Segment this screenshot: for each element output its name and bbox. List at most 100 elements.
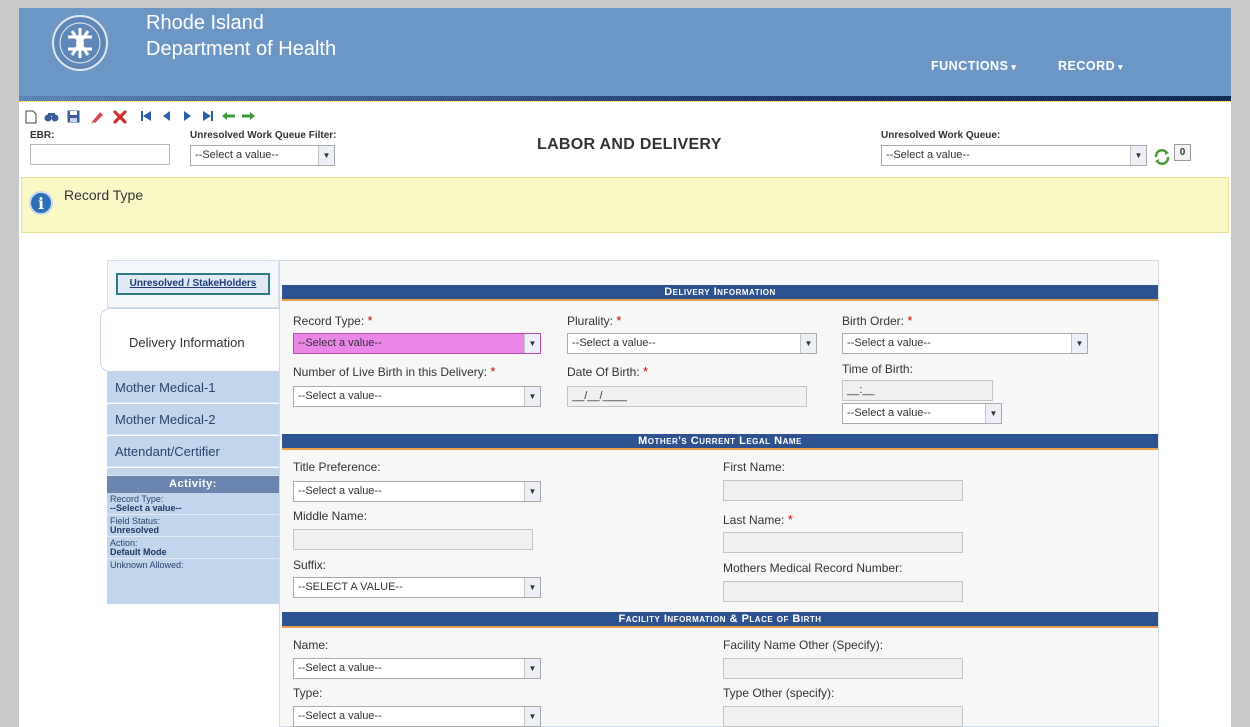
info-icon: i bbox=[29, 191, 53, 215]
section-facility-information: Facility Information & Place of Birth bbox=[282, 612, 1158, 628]
app-window: Rhode Island Department of Health FUNCTI… bbox=[19, 8, 1231, 727]
previous-record-icon[interactable] bbox=[159, 110, 174, 124]
unresolved-stakeholders-button[interactable]: Unresolved / StakeHolders bbox=[116, 273, 270, 295]
live-births-value: --Select a value-- bbox=[298, 390, 382, 402]
work-queue-filter-label: Unresolved Work Queue Filter: bbox=[190, 130, 337, 141]
live-births-select[interactable]: --Select a value-- ▼ bbox=[293, 386, 541, 407]
form-side-navigation: Unresolved / StakeHolders Delivery Infor… bbox=[100, 260, 279, 604]
middle-name-input[interactable] bbox=[293, 529, 533, 550]
first-record-icon[interactable] bbox=[138, 110, 153, 124]
side-item-mother-medical-2[interactable]: Mother Medical-2 bbox=[107, 404, 279, 435]
functions-menu-label: FUNCTIONS bbox=[931, 59, 1009, 73]
activity-heading: Activity: bbox=[107, 476, 279, 493]
department-title-line2: Department of Health bbox=[146, 38, 337, 60]
date-of-birth-label: Date Of Birth: * bbox=[567, 364, 649, 379]
activity-value: --Select a value-- bbox=[110, 503, 182, 513]
activity-label: Unknown Allowed: bbox=[110, 560, 184, 570]
unresolved-panel: Unresolved / StakeHolders bbox=[107, 260, 279, 308]
side-item-attendant-certifier[interactable]: Attendant/Certifier bbox=[107, 436, 279, 467]
facility-name-value: --Select a value-- bbox=[298, 662, 382, 674]
last-record-icon[interactable] bbox=[200, 110, 215, 124]
department-title-line1: Rhode Island bbox=[146, 12, 264, 34]
facility-name-label: Name: bbox=[293, 638, 329, 652]
side-menu-spacer bbox=[107, 468, 279, 476]
toolbar: EBR: Unresolved Work Queue Filter: --Sel… bbox=[19, 101, 1231, 177]
facility-type-select[interactable]: --Select a value-- ▼ bbox=[293, 706, 541, 727]
edit-icon[interactable] bbox=[89, 110, 104, 124]
header-banner: Rhode Island Department of Health FUNCTI… bbox=[19, 8, 1231, 96]
facility-other-label: Facility Name Other (Specify): bbox=[723, 638, 884, 652]
first-name-label: First Name: bbox=[723, 460, 786, 474]
new-icon[interactable] bbox=[23, 110, 38, 124]
activity-action: Action: Default Mode bbox=[107, 539, 279, 559]
time-of-birth-label: Time of Birth: bbox=[842, 362, 913, 376]
time-of-birth-ampm-value: --Select a value-- bbox=[847, 407, 931, 419]
facility-other-input[interactable] bbox=[723, 658, 963, 679]
delete-icon[interactable] bbox=[112, 110, 127, 124]
chevron-down-icon: ▼ bbox=[1130, 146, 1146, 165]
side-item-delivery-information[interactable]: Delivery Information bbox=[100, 308, 279, 372]
facility-type-label: Type: bbox=[293, 686, 323, 700]
suffix-value: --SELECT A VALUE-- bbox=[298, 581, 403, 593]
work-queue-value: --Select a value-- bbox=[886, 149, 970, 161]
chevron-down-icon: ▼ bbox=[800, 334, 816, 353]
record-menu-label: RECORD bbox=[1058, 59, 1116, 73]
save-icon[interactable] bbox=[66, 110, 81, 124]
activity-unknown-allowed: Unknown Allowed: bbox=[107, 561, 279, 575]
record-menu[interactable]: RECORD ▾ bbox=[1058, 59, 1123, 73]
activity-record-type: Record Type: --Select a value-- bbox=[107, 495, 279, 515]
chevron-down-icon: ▼ bbox=[985, 404, 1001, 423]
queue-count-badge: 0 bbox=[1174, 144, 1191, 161]
refresh-icon[interactable] bbox=[1153, 148, 1171, 166]
plurality-label: Plurality: * bbox=[567, 313, 622, 328]
record-type-select[interactable]: --Select a value-- ▼ bbox=[293, 333, 541, 354]
functions-menu[interactable]: FUNCTIONS ▾ bbox=[931, 59, 1016, 73]
work-queue-filter-select[interactable]: --Select a value-- ▼ bbox=[190, 145, 335, 166]
type-other-input[interactable] bbox=[723, 706, 963, 727]
activity-value: Unresolved bbox=[110, 525, 160, 535]
time-of-birth-input[interactable]: __:__ bbox=[842, 380, 993, 401]
mrn-input[interactable] bbox=[723, 581, 963, 602]
back-arrow-icon[interactable] bbox=[221, 110, 236, 124]
work-queue-select[interactable]: --Select a value-- ▼ bbox=[881, 145, 1147, 166]
type-other-label: Type Other (specify): bbox=[723, 686, 835, 700]
chevron-down-icon: ▼ bbox=[524, 659, 540, 678]
chevron-down-icon: ▼ bbox=[524, 578, 540, 597]
side-item-mother-medical-1[interactable]: Mother Medical-1 bbox=[107, 372, 279, 403]
info-message-text: Record Type bbox=[64, 187, 144, 203]
record-type-label: Record Type: * bbox=[293, 313, 373, 328]
birth-order-label: Birth Order: * bbox=[842, 313, 913, 328]
plurality-value: --Select a value-- bbox=[572, 337, 656, 349]
first-name-input[interactable] bbox=[723, 480, 963, 501]
record-type-value: --Select a value-- bbox=[298, 337, 382, 349]
last-name-input[interactable] bbox=[723, 532, 963, 553]
suffix-select[interactable]: --SELECT A VALUE-- ▼ bbox=[293, 577, 541, 598]
page-title: LABOR AND DELIVERY bbox=[537, 136, 722, 153]
middle-name-label: Middle Name: bbox=[293, 509, 368, 523]
ri-health-seal-logo bbox=[52, 15, 108, 71]
ebr-input[interactable] bbox=[30, 144, 170, 165]
chevron-down-icon: ▼ bbox=[524, 387, 540, 406]
birth-order-value: --Select a value-- bbox=[847, 337, 931, 349]
mrn-label: Mothers Medical Record Number: bbox=[723, 561, 903, 575]
title-preference-label: Title Preference: bbox=[293, 460, 381, 474]
chevron-down-icon: ▼ bbox=[524, 334, 540, 353]
find-icon[interactable] bbox=[44, 110, 59, 124]
work-queue-filter-value: --Select a value-- bbox=[195, 149, 279, 161]
plurality-select[interactable]: --Select a value-- ▼ bbox=[567, 333, 817, 354]
birth-order-select[interactable]: --Select a value-- ▼ bbox=[842, 333, 1088, 354]
time-of-birth-ampm-select[interactable]: --Select a value-- ▼ bbox=[842, 403, 1002, 424]
facility-name-select[interactable]: --Select a value-- ▼ bbox=[293, 658, 541, 679]
chevron-down-icon: ▼ bbox=[524, 482, 540, 501]
next-record-icon[interactable] bbox=[179, 110, 194, 124]
delivery-form: Delivery Information Record Type: * --Se… bbox=[279, 260, 1159, 727]
activity-field-status: Field Status: Unresolved bbox=[107, 517, 279, 537]
date-of-birth-input[interactable]: __/__/____ bbox=[567, 386, 807, 407]
work-queue-label: Unresolved Work Queue: bbox=[881, 130, 1001, 141]
title-preference-select[interactable]: --Select a value-- ▼ bbox=[293, 481, 541, 502]
section-mother-legal-name: Mother's Current Legal Name bbox=[282, 434, 1158, 450]
facility-type-value: --Select a value-- bbox=[298, 710, 382, 722]
forward-arrow-icon[interactable] bbox=[241, 110, 256, 124]
chevron-down-icon: ▼ bbox=[524, 707, 540, 726]
last-name-label: Last Name: * bbox=[723, 512, 793, 527]
